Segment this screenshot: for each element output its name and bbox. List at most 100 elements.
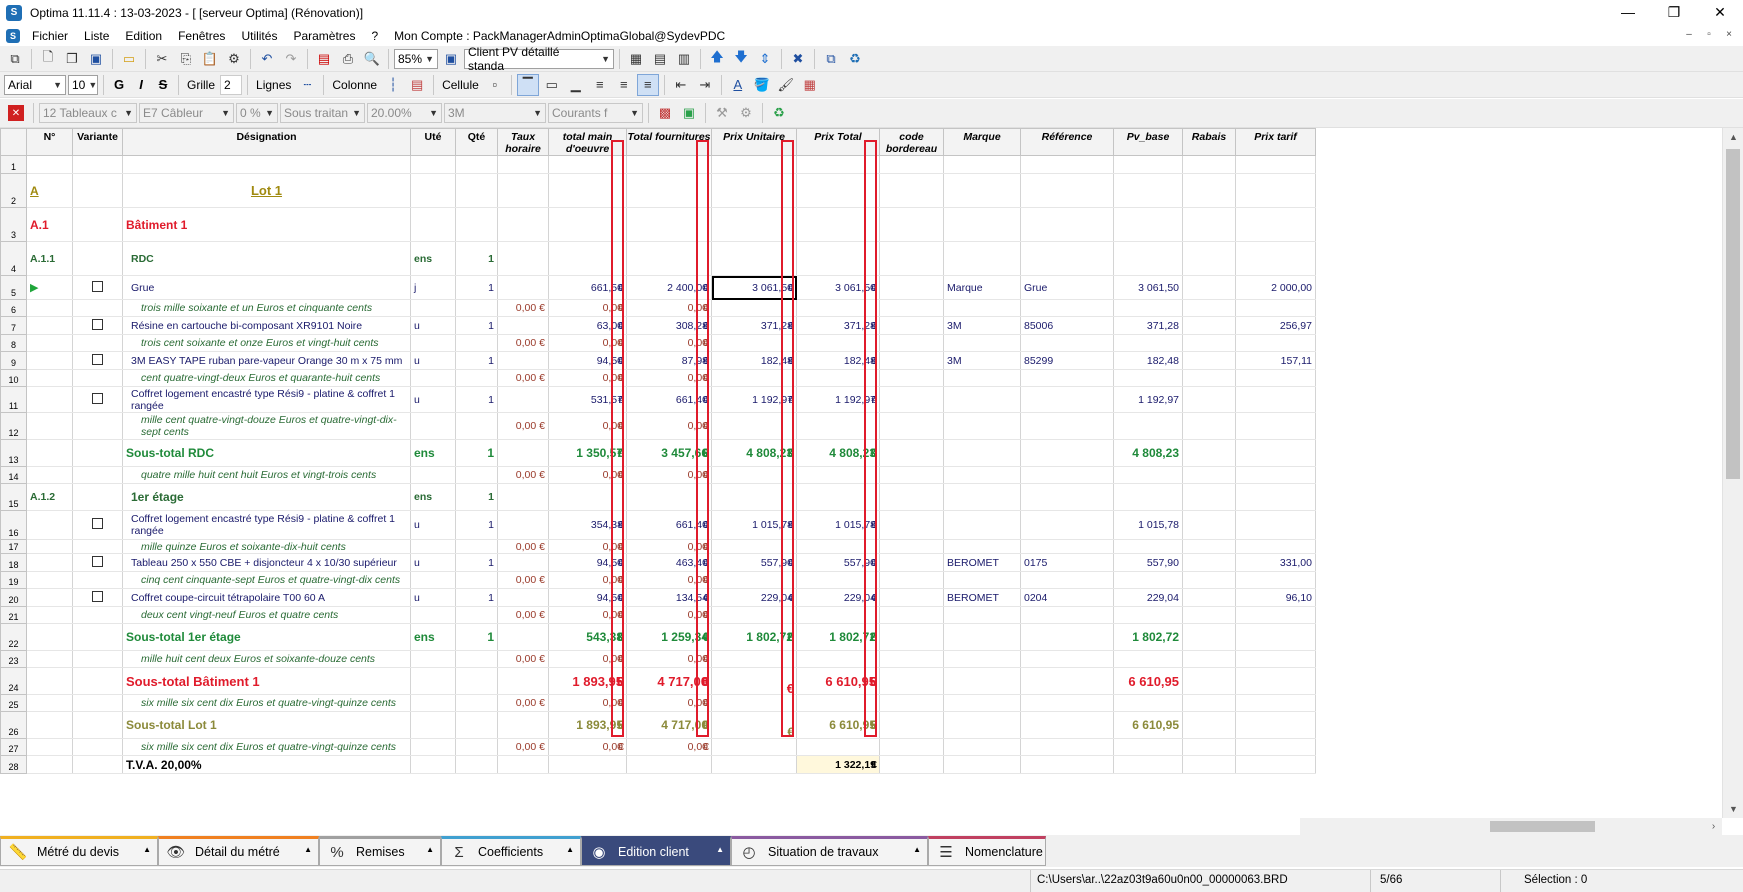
fournitures-cell[interactable]: 87,98 — [626, 351, 712, 370]
col-header[interactable]: N° — [26, 128, 73, 156]
unit-cell[interactable] — [410, 466, 456, 484]
prix-total-cell[interactable]: 182,48 — [796, 351, 880, 370]
prix-total-cell[interactable]: 1 802,72 — [796, 623, 880, 651]
marque-cell[interactable]: Marque — [943, 275, 1021, 300]
table-row[interactable]: 24 Sous-total Bâtiment 1 1 893,954 717,00 6… — [0, 667, 1316, 695]
variante-cell[interactable] — [72, 386, 123, 413]
fournitures-cell[interactable] — [626, 483, 712, 511]
menu-liste[interactable]: Liste — [76, 29, 117, 43]
variante-cell[interactable] — [72, 173, 123, 208]
taux-horaire-cell[interactable] — [497, 316, 549, 335]
qty-cell[interactable]: 1 — [455, 439, 498, 467]
rabais-cell[interactable] — [1182, 667, 1236, 695]
pv-base-cell[interactable] — [1113, 606, 1183, 624]
reference-cell[interactable] — [1020, 510, 1114, 540]
chevron-up-icon[interactable]: ▲ — [426, 845, 434, 854]
qty-cell[interactable] — [455, 155, 498, 174]
variante-cell[interactable] — [72, 334, 123, 352]
rabais-cell[interactable] — [1182, 588, 1236, 607]
row-header[interactable]: 8 — [0, 334, 27, 352]
variante-cell[interactable] — [72, 539, 123, 554]
prix-tarif-cell[interactable] — [1235, 241, 1316, 276]
table-row[interactable]: 13Sous-total RDCens11 350,573 457,664 80… — [0, 439, 1316, 467]
col-header[interactable]: Rabais — [1182, 128, 1236, 156]
row-header[interactable]: 19 — [0, 571, 27, 589]
marque-cell[interactable] — [943, 650, 1021, 668]
reference-cell[interactable] — [1020, 439, 1114, 467]
row-header[interactable]: 21 — [0, 606, 27, 624]
prix-unitaire-cell[interactable] — [711, 571, 797, 589]
rabais-cell[interactable] — [1182, 510, 1236, 540]
variante-checkbox[interactable] — [92, 590, 103, 602]
prix-unitaire-cell[interactable] — [711, 299, 797, 317]
main-oeuvre-cell[interactable]: 0,00 — [548, 694, 627, 712]
qty-cell[interactable] — [455, 412, 498, 440]
lock-icon[interactable]: ▣ — [678, 102, 700, 124]
code-bordereau-cell[interactable] — [879, 623, 944, 651]
marque-cell[interactable]: BEROMET — [943, 588, 1021, 607]
horizontal-scrollbar[interactable]: › — [1300, 818, 1722, 835]
designation-cell[interactable]: mille huit cent deux Euros et soixante-d… — [122, 650, 411, 668]
taux-horaire-cell[interactable] — [497, 623, 549, 651]
table-row[interactable]: 14 quatre mille huit cent huit Euros et v… — [0, 466, 1316, 484]
main-oeuvre-cell[interactable] — [548, 173, 627, 208]
pv-base-cell[interactable] — [1113, 155, 1183, 174]
rabais-cell[interactable] — [1182, 275, 1236, 300]
reference-cell[interactable] — [1020, 207, 1114, 242]
vertical-scrollbar[interactable]: ▲ ▼ — [1722, 128, 1743, 818]
variante-checkbox[interactable] — [92, 280, 103, 292]
designation-cell[interactable]: Sous-total Lot 1 — [122, 711, 411, 739]
rabais-cell[interactable] — [1182, 650, 1236, 668]
font-color-icon[interactable]: A — [727, 74, 749, 96]
reference-cell[interactable] — [1020, 623, 1114, 651]
row-header[interactable]: 17 — [0, 539, 27, 554]
horizontal-scroll-thumb[interactable] — [1490, 821, 1595, 832]
taux-horaire-cell[interactable]: 0,00 € — [497, 571, 549, 589]
row-header[interactable]: 12 — [0, 412, 27, 440]
taux-horaire-cell[interactable] — [497, 588, 549, 607]
paste-icon[interactable]: 📋 — [199, 48, 221, 70]
marque-cell[interactable]: BEROMET — [943, 553, 1021, 572]
table-row[interactable]: 26 Sous-total Lot 1 1 893,954 717,00 6 610,… — [0, 711, 1316, 739]
optima-sync-icon[interactable]: ♻ — [844, 48, 866, 70]
taux-horaire-cell[interactable]: 0,00 € — [497, 650, 549, 668]
unit-cell[interactable] — [410, 738, 456, 756]
designation-cell[interactable]: T.V.A. 20,00% — [122, 755, 411, 774]
corner-cell[interactable] — [0, 128, 27, 156]
rabais-cell[interactable] — [1182, 623, 1236, 651]
unit-cell[interactable]: ens — [410, 439, 456, 467]
variante-cell[interactable] — [72, 439, 123, 467]
rabais-cell[interactable] — [1182, 386, 1236, 413]
prix-total-cell[interactable] — [796, 539, 880, 554]
designation-cell[interactable]: Bâtiment 1 — [122, 207, 411, 242]
print-preview-icon[interactable]: 🔍 — [361, 48, 383, 70]
chevron-up-icon[interactable]: ▲ — [566, 845, 574, 854]
taux-horaire-cell[interactable] — [497, 553, 549, 572]
fournitures-cell[interactable] — [626, 241, 712, 276]
chevron-up-icon[interactable]: ▲ — [304, 845, 312, 854]
print-icon[interactable]: ⎙ — [337, 48, 359, 70]
row-header[interactable]: 7 — [0, 316, 27, 335]
row-number-code[interactable] — [26, 650, 73, 668]
prix-tarif-cell[interactable] — [1235, 386, 1316, 413]
rabais-cell[interactable] — [1182, 606, 1236, 624]
unit-cell[interactable]: u — [410, 588, 456, 607]
border-bottom-icon[interactable]: ▁ — [565, 74, 587, 96]
variante-cell[interactable] — [72, 623, 123, 651]
variante-cell[interactable] — [72, 155, 123, 174]
align-left-icon[interactable]: ≡ — [589, 74, 611, 96]
col-header[interactable]: code bordereau — [879, 128, 944, 156]
prix-tarif-cell[interactable] — [1235, 466, 1316, 484]
marque-cell[interactable] — [943, 483, 1021, 511]
copy-doc-icon[interactable]: ❐ — [61, 48, 83, 70]
qty-cell[interactable] — [455, 667, 498, 695]
main-oeuvre-cell[interactable] — [548, 241, 627, 276]
unit-cell[interactable] — [410, 334, 456, 352]
reference-cell[interactable] — [1020, 334, 1114, 352]
taux-horaire-cell[interactable] — [497, 439, 549, 467]
col-header[interactable]: Pv_base — [1113, 128, 1183, 156]
rabais-cell[interactable] — [1182, 466, 1236, 484]
row-number-code[interactable] — [26, 299, 73, 317]
designation-cell[interactable]: mille cent quatre-vingt-douze Euros et q… — [122, 412, 411, 440]
prix-unitaire-cell[interactable] — [711, 539, 797, 554]
